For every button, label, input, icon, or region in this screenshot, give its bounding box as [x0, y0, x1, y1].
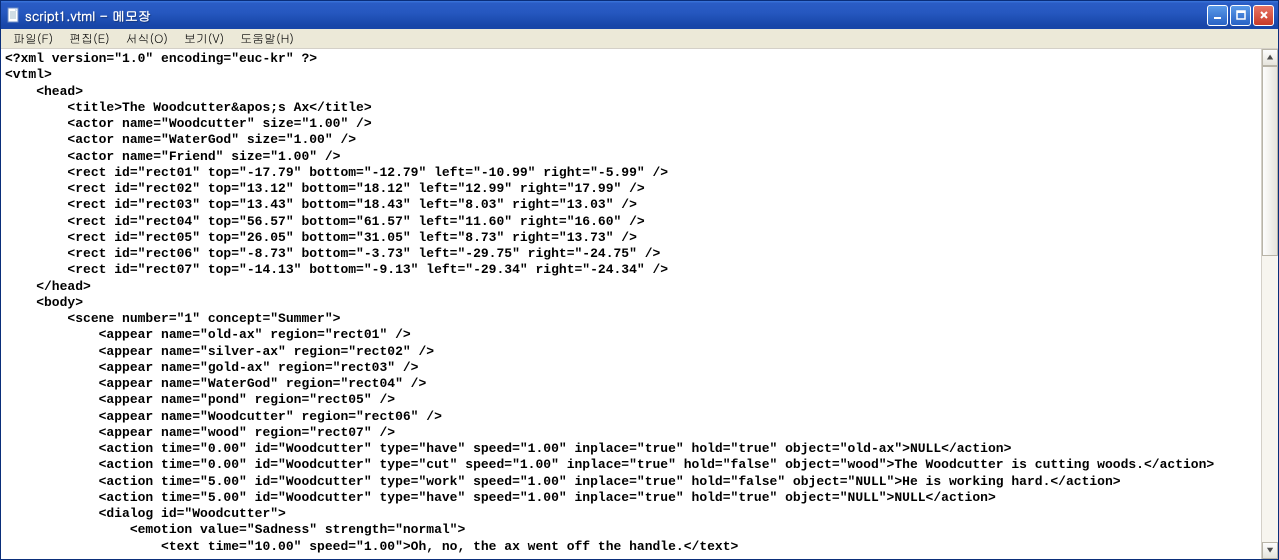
app-icon [5, 7, 21, 23]
menubar: 파일(F) 편집(E) 서식(O) 보기(V) 도움말(H) [1, 29, 1278, 49]
chevron-down-icon: ▼ [1266, 545, 1273, 556]
menu-help[interactable]: 도움말(H) [232, 28, 302, 49]
text-editor[interactable]: <?xml version="1.0" encoding="euc-kr" ?>… [1, 49, 1261, 559]
chevron-up-icon: ▲ [1266, 52, 1273, 63]
content-area: <?xml version="1.0" encoding="euc-kr" ?>… [1, 49, 1278, 559]
menu-format[interactable]: 서식(O) [118, 28, 176, 49]
titlebar[interactable]: script1.vtml - 메모장 [1, 1, 1278, 29]
scroll-track[interactable] [1262, 66, 1278, 542]
menu-view[interactable]: 보기(V) [176, 28, 232, 49]
window-title: script1.vtml - 메모장 [25, 6, 1207, 25]
window-controls [1207, 5, 1274, 26]
scroll-up-button[interactable]: ▲ [1262, 49, 1278, 66]
minimize-button[interactable] [1207, 5, 1228, 26]
maximize-button[interactable] [1230, 5, 1251, 26]
menu-file[interactable]: 파일(F) [5, 28, 61, 49]
scroll-thumb[interactable] [1262, 66, 1278, 256]
menu-edit[interactable]: 편집(E) [61, 28, 118, 49]
close-button[interactable] [1253, 5, 1274, 26]
vertical-scrollbar: ▲ ▼ [1261, 49, 1278, 559]
notepad-window: script1.vtml - 메모장 파일(F) 편집(E) 서식(O) 보기(… [0, 0, 1279, 560]
scroll-down-button[interactable]: ▼ [1262, 542, 1278, 559]
